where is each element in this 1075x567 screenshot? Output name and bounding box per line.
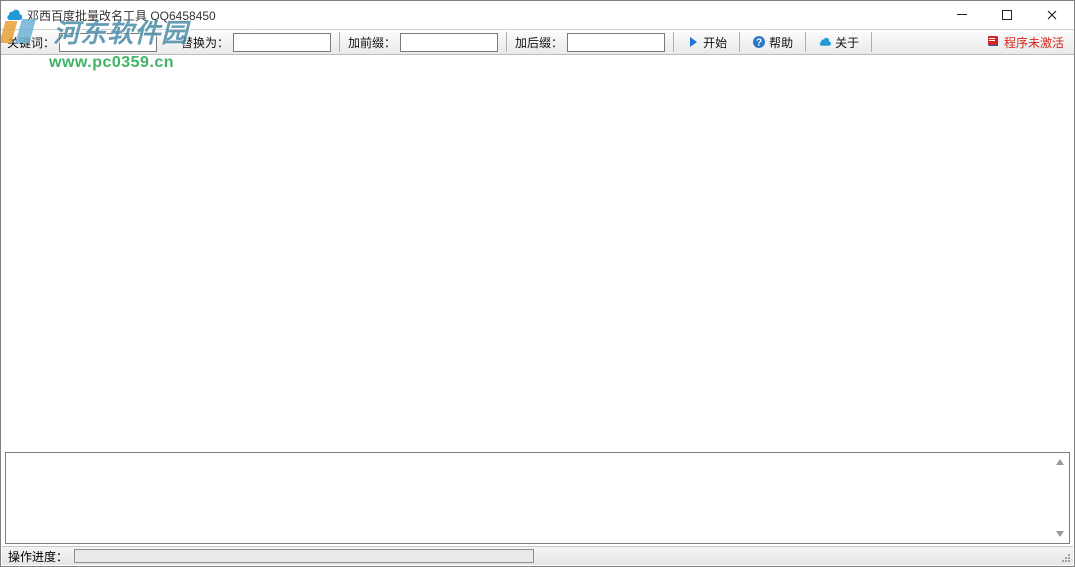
activation-status-label: 程序未激活 xyxy=(1004,34,1064,51)
separator xyxy=(506,32,507,52)
prefix-label: 加前缀： xyxy=(348,34,396,51)
suffix-input[interactable] xyxy=(567,33,665,52)
help-icon: ? xyxy=(752,35,766,49)
window-controls xyxy=(939,1,1074,29)
help-button-label: 帮助 xyxy=(769,34,793,51)
start-button[interactable]: 开始 xyxy=(682,32,731,53)
scroll-up-icon[interactable] xyxy=(1053,455,1067,469)
replace-input[interactable] xyxy=(233,33,331,52)
log-textarea[interactable] xyxy=(5,452,1070,544)
start-button-label: 开始 xyxy=(703,34,727,51)
close-button[interactable] xyxy=(1029,1,1074,29)
activation-status[interactable]: 程序未激活 xyxy=(986,34,1068,51)
separator xyxy=(673,32,674,52)
progress-bar xyxy=(74,549,534,563)
main-content-area xyxy=(2,56,1073,448)
statusbar: 操作进度： xyxy=(2,546,1073,565)
book-icon xyxy=(986,34,1000,51)
separator xyxy=(339,32,340,52)
about-button[interactable]: 关于 xyxy=(814,32,863,53)
replace-label: 替换为： xyxy=(181,34,229,51)
separator xyxy=(871,32,872,52)
progress-label: 操作进度： xyxy=(8,548,68,565)
help-button[interactable]: ? 帮助 xyxy=(748,32,797,53)
play-icon xyxy=(686,35,700,49)
separator xyxy=(805,32,806,52)
resize-grip[interactable] xyxy=(1059,551,1071,563)
scroll-down-icon[interactable] xyxy=(1053,527,1067,541)
toolbar: 关键词： 替换为： 加前缀： 加后缀： 开始 ? 帮助 关于 程序未激活 xyxy=(1,29,1074,55)
prefix-input[interactable] xyxy=(400,33,498,52)
about-button-label: 关于 xyxy=(835,34,859,51)
suffix-label: 加后缀： xyxy=(515,34,563,51)
keyword-label: 关键词： xyxy=(7,34,55,51)
separator xyxy=(739,32,740,52)
minimize-button[interactable] xyxy=(939,1,984,29)
maximize-button[interactable] xyxy=(984,1,1029,29)
titlebar: 邓西百度批量改名工具 QQ6458450 xyxy=(1,1,1074,29)
svg-text:?: ? xyxy=(756,38,762,49)
window-title: 邓西百度批量改名工具 QQ6458450 xyxy=(27,7,216,24)
cloud-icon xyxy=(7,7,23,23)
keyword-input[interactable] xyxy=(59,33,157,52)
cloud-icon xyxy=(818,35,832,49)
